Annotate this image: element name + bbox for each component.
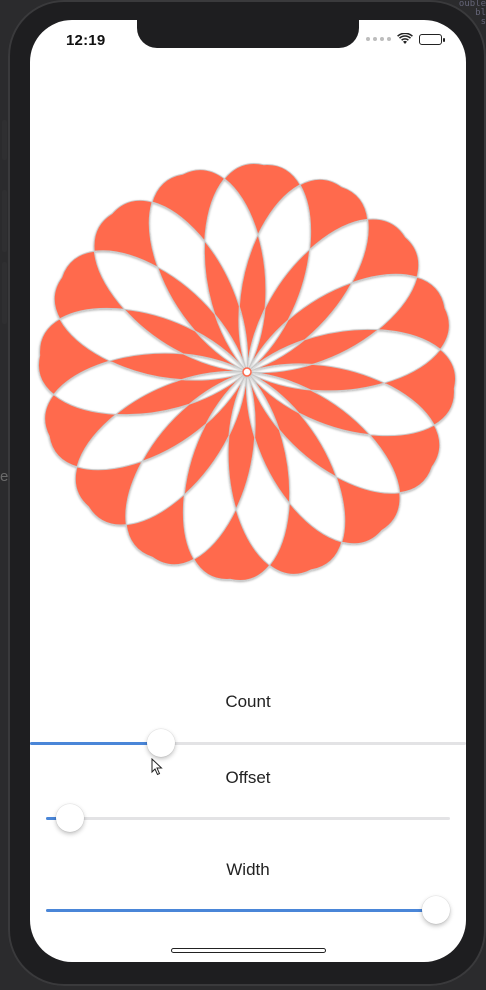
count-slider-fill [30,742,161,745]
signal-icon [366,37,391,41]
battery-icon [419,33,445,45]
offset-slider-thumb[interactable] [56,804,85,832]
status-icons [366,33,445,45]
status-time: 12:19 [66,32,106,49]
count-label: Count [225,692,271,711]
flower-center [242,367,252,377]
mouse-cursor-icon [151,758,163,776]
count-slider-thumb[interactable] [146,729,175,757]
mute-switch [2,120,7,160]
width-slider-fill [46,909,436,912]
app-screen: 12:19 Count Offset Width [30,20,466,962]
offset-slider[interactable] [46,804,450,832]
volume-up-button [2,190,7,252]
count-slider[interactable] [30,729,466,757]
flower-graphic [38,163,456,581]
width-slider[interactable] [46,896,450,924]
offset-label: Offset [225,768,271,787]
wifi-icon [397,33,413,44]
home-indicator[interactable] [171,948,326,953]
width-label: Width [226,860,270,879]
width-slider-thumb[interactable] [422,896,450,924]
notch [137,20,359,48]
volume-down-button [2,262,7,324]
